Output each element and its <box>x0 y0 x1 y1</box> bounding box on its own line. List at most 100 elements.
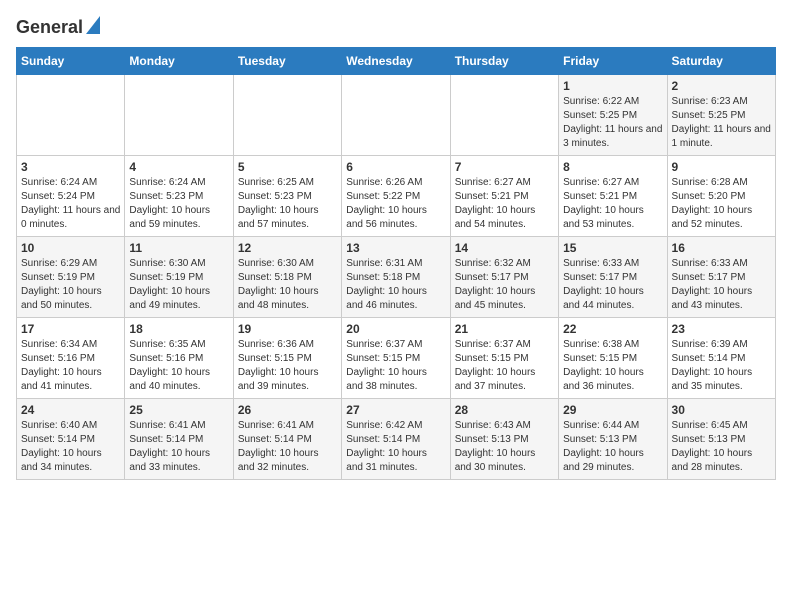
col-header-friday: Friday <box>559 48 667 75</box>
day-info: Sunrise: 6:37 AM Sunset: 5:15 PM Dayligh… <box>346 338 445 394</box>
day-number: 18 <box>129 322 228 336</box>
col-header-monday: Monday <box>125 48 233 75</box>
day-info: Sunrise: 6:41 AM Sunset: 5:14 PM Dayligh… <box>238 419 337 475</box>
calendar-cell: 23 Sunrise: 6:39 AM Sunset: 5:14 PM Dayli… <box>667 318 775 399</box>
day-number: 22 <box>563 322 662 336</box>
calendar-cell: 11 Sunrise: 6:30 AM Sunset: 5:19 PM Dayli… <box>125 237 233 318</box>
day-info: Sunrise: 6:27 AM Sunset: 5:21 PM Dayligh… <box>563 176 662 232</box>
day-number: 2 <box>672 79 771 93</box>
calendar-cell: 3 Sunrise: 6:24 AM Sunset: 5:24 PM Daylig… <box>17 156 125 237</box>
calendar-cell: 13 Sunrise: 6:31 AM Sunset: 5:18 PM Dayli… <box>342 237 450 318</box>
col-header-wednesday: Wednesday <box>342 48 450 75</box>
day-number: 3 <box>21 160 120 174</box>
day-info: Sunrise: 6:32 AM Sunset: 5:17 PM Dayligh… <box>455 257 554 313</box>
calendar-cell: 2 Sunrise: 6:23 AM Sunset: 5:25 PM Daylig… <box>667 75 775 156</box>
calendar-cell <box>450 75 558 156</box>
col-header-tuesday: Tuesday <box>233 48 341 75</box>
day-info: Sunrise: 6:30 AM Sunset: 5:19 PM Dayligh… <box>129 257 228 313</box>
calendar-cell: 17 Sunrise: 6:34 AM Sunset: 5:16 PM Dayli… <box>17 318 125 399</box>
day-info: Sunrise: 6:41 AM Sunset: 5:14 PM Dayligh… <box>129 419 228 475</box>
day-info: Sunrise: 6:34 AM Sunset: 5:16 PM Dayligh… <box>21 338 120 394</box>
calendar-cell: 9 Sunrise: 6:28 AM Sunset: 5:20 PM Daylig… <box>667 156 775 237</box>
calendar-cell <box>233 75 341 156</box>
day-info: Sunrise: 6:24 AM Sunset: 5:24 PM Dayligh… <box>21 176 120 232</box>
day-info: Sunrise: 6:40 AM Sunset: 5:14 PM Dayligh… <box>21 419 120 475</box>
day-number: 10 <box>21 241 120 255</box>
day-number: 25 <box>129 403 228 417</box>
day-info: Sunrise: 6:29 AM Sunset: 5:19 PM Dayligh… <box>21 257 120 313</box>
calendar-cell <box>125 75 233 156</box>
calendar-cell: 4 Sunrise: 6:24 AM Sunset: 5:23 PM Daylig… <box>125 156 233 237</box>
day-info: Sunrise: 6:45 AM Sunset: 5:13 PM Dayligh… <box>672 419 771 475</box>
day-number: 20 <box>346 322 445 336</box>
day-info: Sunrise: 6:27 AM Sunset: 5:21 PM Dayligh… <box>455 176 554 232</box>
day-number: 19 <box>238 322 337 336</box>
calendar-cell: 26 Sunrise: 6:41 AM Sunset: 5:14 PM Dayli… <box>233 399 341 480</box>
day-number: 14 <box>455 241 554 255</box>
day-number: 9 <box>672 160 771 174</box>
calendar-cell: 6Sunrise: 6:26 AM Sunset: 5:22 PM Daylig… <box>342 156 450 237</box>
day-number: 29 <box>563 403 662 417</box>
day-info: Sunrise: 6:23 AM Sunset: 5:25 PM Dayligh… <box>672 95 771 151</box>
day-number: 11 <box>129 241 228 255</box>
day-info: Sunrise: 6:42 AM Sunset: 5:14 PM Dayligh… <box>346 419 445 475</box>
calendar-cell: 10 Sunrise: 6:29 AM Sunset: 5:19 PM Dayli… <box>17 237 125 318</box>
day-info: Sunrise: 6:36 AM Sunset: 5:15 PM Dayligh… <box>238 338 337 394</box>
day-number: 4 <box>129 160 228 174</box>
day-number: 30 <box>672 403 771 417</box>
day-number: 23 <box>672 322 771 336</box>
day-number: 6 <box>346 160 445 174</box>
day-info: Sunrise: 6:39 AM Sunset: 5:14 PM Dayligh… <box>672 338 771 394</box>
calendar-cell: 18 Sunrise: 6:35 AM Sunset: 5:16 PM Dayli… <box>125 318 233 399</box>
day-number: 12 <box>238 241 337 255</box>
calendar-cell: 24 Sunrise: 6:40 AM Sunset: 5:14 PM Dayli… <box>17 399 125 480</box>
calendar-cell: 28 Sunrise: 6:43 AM Sunset: 5:13 PM Dayli… <box>450 399 558 480</box>
logo: General <box>16 16 100 37</box>
day-number: 17 <box>21 322 120 336</box>
calendar-cell: 7 Sunrise: 6:27 AM Sunset: 5:21 PM Daylig… <box>450 156 558 237</box>
day-info: Sunrise: 6:28 AM Sunset: 5:20 PM Dayligh… <box>672 176 771 232</box>
day-info: Sunrise: 6:33 AM Sunset: 5:17 PM Dayligh… <box>672 257 771 313</box>
day-info: Sunrise: 6:33 AM Sunset: 5:17 PM Dayligh… <box>563 257 662 313</box>
calendar-cell: 5 Sunrise: 6:25 AM Sunset: 5:23 PM Daylig… <box>233 156 341 237</box>
calendar-cell: 1Sunrise: 6:22 AM Sunset: 5:25 PM Daylig… <box>559 75 667 156</box>
calendar-cell: 25 Sunrise: 6:41 AM Sunset: 5:14 PM Dayli… <box>125 399 233 480</box>
day-number: 7 <box>455 160 554 174</box>
day-info: Sunrise: 6:38 AM Sunset: 5:15 PM Dayligh… <box>563 338 662 394</box>
day-number: 8 <box>563 160 662 174</box>
day-number: 1 <box>563 79 662 93</box>
day-info: Sunrise: 6:31 AM Sunset: 5:18 PM Dayligh… <box>346 257 445 313</box>
day-number: 16 <box>672 241 771 255</box>
calendar-cell: 22 Sunrise: 6:38 AM Sunset: 5:15 PM Dayli… <box>559 318 667 399</box>
day-number: 28 <box>455 403 554 417</box>
day-number: 15 <box>563 241 662 255</box>
calendar-cell: 20 Sunrise: 6:37 AM Sunset: 5:15 PM Dayli… <box>342 318 450 399</box>
calendar-cell: 8 Sunrise: 6:27 AM Sunset: 5:21 PM Daylig… <box>559 156 667 237</box>
col-header-sunday: Sunday <box>17 48 125 75</box>
day-number: 27 <box>346 403 445 417</box>
col-header-thursday: Thursday <box>450 48 558 75</box>
logo-text-general: General <box>16 17 83 38</box>
calendar-table: SundayMondayTuesdayWednesdayThursdayFrid… <box>16 47 776 480</box>
calendar-cell: 12Sunrise: 6:30 AM Sunset: 5:18 PM Dayli… <box>233 237 341 318</box>
calendar-cell: 19 Sunrise: 6:36 AM Sunset: 5:15 PM Dayli… <box>233 318 341 399</box>
calendar-cell: 30 Sunrise: 6:45 AM Sunset: 5:13 PM Dayli… <box>667 399 775 480</box>
day-info: Sunrise: 6:25 AM Sunset: 5:23 PM Dayligh… <box>238 176 337 232</box>
day-number: 5 <box>238 160 337 174</box>
calendar-cell: 15 Sunrise: 6:33 AM Sunset: 5:17 PM Dayli… <box>559 237 667 318</box>
day-info: Sunrise: 6:44 AM Sunset: 5:13 PM Dayligh… <box>563 419 662 475</box>
day-number: 26 <box>238 403 337 417</box>
day-info: Sunrise: 6:35 AM Sunset: 5:16 PM Dayligh… <box>129 338 228 394</box>
day-info: Sunrise: 6:24 AM Sunset: 5:23 PM Dayligh… <box>129 176 228 232</box>
day-number: 24 <box>21 403 120 417</box>
calendar-cell: 14 Sunrise: 6:32 AM Sunset: 5:17 PM Dayli… <box>450 237 558 318</box>
calendar-body: 1Sunrise: 6:22 AM Sunset: 5:25 PM Daylig… <box>17 75 776 480</box>
calendar-cell: 16 Sunrise: 6:33 AM Sunset: 5:17 PM Dayli… <box>667 237 775 318</box>
page-header: General <box>16 16 776 37</box>
calendar-cell: 21 Sunrise: 6:37 AM Sunset: 5:15 PM Dayli… <box>450 318 558 399</box>
day-info: Sunrise: 6:43 AM Sunset: 5:13 PM Dayligh… <box>455 419 554 475</box>
day-number: 21 <box>455 322 554 336</box>
day-info: Sunrise: 6:37 AM Sunset: 5:15 PM Dayligh… <box>455 338 554 394</box>
calendar-cell: 29 Sunrise: 6:44 AM Sunset: 5:13 PM Dayli… <box>559 399 667 480</box>
day-number: 13 <box>346 241 445 255</box>
